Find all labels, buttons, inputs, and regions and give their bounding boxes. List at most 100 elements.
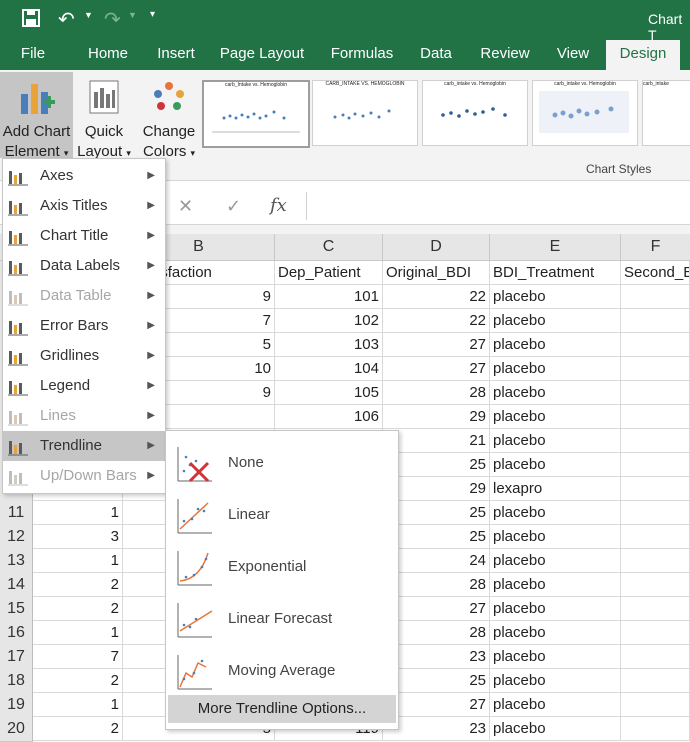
trendline-linear-item[interactable]: Linear xyxy=(166,489,398,541)
trendline-linear-forecast-item[interactable]: Linear Forecast xyxy=(166,593,398,645)
table-cell[interactable] xyxy=(621,405,690,429)
insert-function-icon[interactable]: fx xyxy=(270,195,287,216)
chart-style-thumb-3[interactable]: carb_intake vs. Hemoglobin xyxy=(422,80,528,146)
table-cell[interactable]: placebo xyxy=(490,669,621,693)
table-cell[interactable] xyxy=(621,621,690,645)
table-cell[interactable] xyxy=(621,285,690,309)
table-cell[interactable] xyxy=(621,549,690,573)
table-cell[interactable]: 3 xyxy=(33,525,123,549)
table-cell[interactable]: placebo xyxy=(490,597,621,621)
table-cell[interactable] xyxy=(621,669,690,693)
row-header[interactable]: 16 xyxy=(0,621,33,646)
tab-view[interactable]: View xyxy=(548,40,598,70)
undo-icon[interactable]: ↶ xyxy=(58,7,75,32)
menu-item-legend[interactable]: Legend ▶ xyxy=(3,371,165,401)
table-cell[interactable]: 27 xyxy=(383,597,490,621)
tab-formulas[interactable]: Formulas xyxy=(320,40,404,70)
table-cell[interactable] xyxy=(621,501,690,525)
table-cell[interactable]: 25 xyxy=(383,501,490,525)
table-cell[interactable]: placebo xyxy=(490,717,621,741)
table-cell[interactable]: 27 xyxy=(383,357,490,381)
header-cell[interactable]: Second_B xyxy=(621,261,690,285)
table-cell[interactable]: placebo xyxy=(490,357,621,381)
table-cell[interactable] xyxy=(621,381,690,405)
header-cell[interactable]: BDI_Treatment xyxy=(490,261,621,285)
table-cell[interactable]: 29 xyxy=(383,405,490,429)
table-cell[interactable]: placebo xyxy=(490,621,621,645)
table-cell[interactable]: 7 xyxy=(33,645,123,669)
table-cell[interactable]: 106 xyxy=(275,405,383,429)
table-cell[interactable]: 22 xyxy=(383,285,490,309)
row-header[interactable]: 15 xyxy=(0,597,33,622)
tab-home[interactable]: Home xyxy=(80,40,136,70)
table-cell[interactable]: 103 xyxy=(275,333,383,357)
table-cell[interactable]: 21 xyxy=(383,429,490,453)
chart-style-thumb-2[interactable]: CARB_INTAKE VS. HEMOGLOBIN xyxy=(312,80,418,146)
enter-icon[interactable]: ✓ xyxy=(226,196,241,217)
table-cell[interactable] xyxy=(621,429,690,453)
table-cell[interactable] xyxy=(621,693,690,717)
tab-review[interactable]: Review xyxy=(472,40,538,70)
row-header[interactable]: 13 xyxy=(0,549,33,574)
table-cell[interactable]: placebo xyxy=(490,285,621,309)
table-cell[interactable]: placebo xyxy=(490,501,621,525)
row-header[interactable]: 11 xyxy=(0,501,33,526)
tab-insert[interactable]: Insert xyxy=(148,40,204,70)
menu-item-chart-title[interactable]: Chart Title ▶ xyxy=(3,221,165,251)
table-cell[interactable]: 28 xyxy=(383,573,490,597)
add-chart-element-button[interactable]: Add Chart Element ▾ xyxy=(0,72,73,160)
table-cell[interactable]: 29 xyxy=(383,477,490,501)
table-cell[interactable]: 24 xyxy=(383,549,490,573)
table-cell[interactable]: 101 xyxy=(275,285,383,309)
row-header[interactable]: 12 xyxy=(0,525,33,550)
formula-input[interactable] xyxy=(306,192,690,220)
save-icon[interactable] xyxy=(22,9,40,32)
table-cell[interactable]: placebo xyxy=(490,381,621,405)
tab-data[interactable]: Data xyxy=(412,40,460,70)
table-cell[interactable] xyxy=(621,573,690,597)
table-cell[interactable] xyxy=(621,477,690,501)
table-cell[interactable]: placebo xyxy=(490,429,621,453)
table-cell[interactable]: 28 xyxy=(383,381,490,405)
undo-dropdown-icon[interactable]: ▼ xyxy=(84,10,93,20)
table-cell[interactable]: placebo xyxy=(490,453,621,477)
table-cell[interactable] xyxy=(621,645,690,669)
change-colors-button[interactable]: Change Colors ▾ xyxy=(138,72,200,160)
table-cell[interactable]: 22 xyxy=(383,309,490,333)
tab-page-layout[interactable]: Page Layout xyxy=(214,40,310,70)
table-cell[interactable]: placebo xyxy=(490,693,621,717)
table-cell[interactable] xyxy=(621,597,690,621)
row-header[interactable]: 19 xyxy=(0,693,33,718)
table-cell[interactable]: placebo xyxy=(490,405,621,429)
table-cell[interactable]: 25 xyxy=(383,669,490,693)
table-cell[interactable]: 23 xyxy=(383,645,490,669)
table-cell[interactable]: 27 xyxy=(383,333,490,357)
trendline-none-item[interactable]: None xyxy=(166,437,398,489)
header-cell[interactable]: Dep_Patient xyxy=(275,261,383,285)
table-cell[interactable]: 105 xyxy=(275,381,383,405)
row-header[interactable]: 14 xyxy=(0,573,33,598)
trendline-moving-average-item[interactable]: Moving Average xyxy=(166,645,398,697)
table-cell[interactable]: 25 xyxy=(383,453,490,477)
table-cell[interactable]: 2 xyxy=(33,597,123,621)
table-cell[interactable] xyxy=(621,717,690,741)
table-cell[interactable]: placebo xyxy=(490,645,621,669)
cancel-icon[interactable]: ✕ xyxy=(178,196,193,217)
menu-item-error-bars[interactable]: Error Bars ▶ xyxy=(3,311,165,341)
table-cell[interactable]: 2 xyxy=(33,669,123,693)
table-cell[interactable]: 2 xyxy=(33,717,123,741)
trendline-exponential-item[interactable]: Exponential xyxy=(166,541,398,593)
table-cell[interactable] xyxy=(621,453,690,477)
table-cell[interactable]: 2 xyxy=(33,573,123,597)
menu-item-data-labels[interactable]: Data Labels ▶ xyxy=(3,251,165,281)
table-cell[interactable]: 27 xyxy=(383,693,490,717)
quick-layout-button[interactable]: Quick Layout ▾ xyxy=(76,72,132,160)
more-trendline-options-item[interactable]: More Trendline Options... xyxy=(168,695,396,723)
customize-qat-icon[interactable]: ▾ xyxy=(150,9,155,20)
column-header-d[interactable]: D xyxy=(383,234,490,261)
table-cell[interactable]: 1 xyxy=(33,549,123,573)
table-cell[interactable] xyxy=(621,357,690,381)
header-cell[interactable]: Original_BDI xyxy=(383,261,490,285)
table-cell[interactable]: placebo xyxy=(490,333,621,357)
table-cell[interactable]: 25 xyxy=(383,525,490,549)
